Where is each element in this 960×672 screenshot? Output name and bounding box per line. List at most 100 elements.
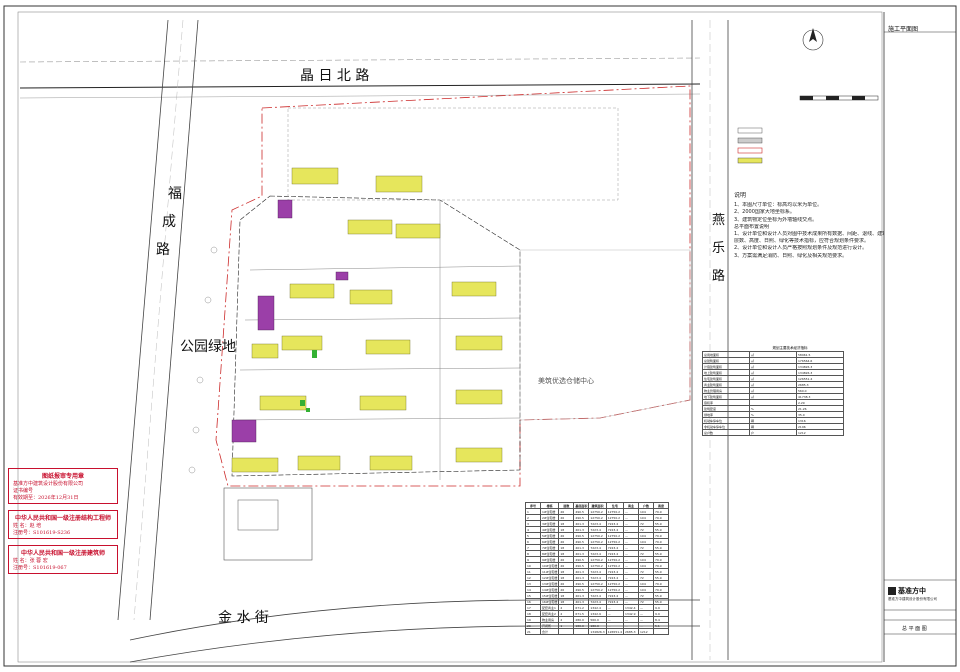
approval-stamps: 图纸报审专用章 基准方中建筑设计股份有限公司 证书编号 有效期至：2026年12…	[8, 468, 118, 580]
road-label-east-3: 路	[712, 268, 725, 284]
notes-line: 2、设计单位和设计人员严格按照规划条件及规范进行设计。	[734, 245, 868, 252]
green-spots	[300, 350, 317, 412]
road-label-east-2: 乐	[712, 241, 725, 256]
drawing-name: 总 平 面 图	[902, 626, 927, 632]
road-label-west-2: 成	[162, 214, 176, 230]
tree-2	[204, 296, 212, 304]
building-18	[455, 447, 503, 463]
north-arrow-icon	[802, 28, 824, 51]
north-reserved-block	[287, 107, 619, 201]
tree-4	[192, 426, 200, 434]
building-2	[375, 175, 423, 193]
building-4	[395, 223, 441, 239]
legend-swatch-2	[737, 137, 763, 144]
drawing-sheet: 晶 日 北 路 福 成 路 燕 乐 路 金 水 街 公园绿地 美筑优选仓储中心 …	[0, 0, 960, 672]
commercial-4	[335, 271, 349, 281]
park-trees	[188, 246, 218, 474]
notes-panel: 说明 1、本图尺寸单位：标高均以米为单位。 2、2000国家大地坐标系。 3、建…	[734, 192, 884, 260]
notes-line: 2、2000国家大地坐标系。	[734, 209, 795, 216]
notes-line: 3、方案需满足消防、日照、绿化及相关规范要求。	[734, 252, 848, 259]
building-table-body: 序号 楼栋 层数 基底面积 建筑面积 住宅 商业 户数 高度 1 1#住宅楼 26 490.5 1275…	[525, 502, 670, 635]
road-label-east-1: 燕	[712, 213, 725, 228]
internal-road-4	[235, 417, 521, 421]
commercial-2	[257, 295, 275, 331]
scale-bar-icon	[799, 95, 879, 101]
building-15	[231, 457, 279, 473]
park-label: 公园绿地	[180, 339, 236, 355]
indicator-cell: 1212	[796, 429, 844, 436]
internal-road-1	[249, 265, 521, 271]
stamp-line: 基准方中建筑设计股份有限公司	[13, 481, 84, 487]
building-1	[291, 167, 339, 185]
north-road-edge-3	[19, 93, 701, 99]
building-16	[297, 455, 341, 471]
legend-swatches	[737, 127, 763, 164]
west-road-edge-1	[117, 19, 169, 621]
building-table-cell: 合计	[539, 628, 560, 635]
building-table: 序号 楼栋 层数 基底面积 建筑面积 住宅 商业 户数 高度 1 1#住宅楼 26 490.5 1275…	[525, 502, 877, 635]
west-road-edge-2	[149, 19, 199, 621]
building-14	[455, 389, 503, 405]
stamp-head: 中华人民共和国一级注册结构工程师	[14, 515, 111, 522]
road-label-north: 晶 日 北 路	[300, 68, 369, 84]
indicator-cell: 总户数	[702, 429, 750, 436]
stamp-head: 图纸报审专用章	[41, 473, 84, 480]
indicator-table-body: 总用地面积㎡ 58961.5 总建筑面积㎡ 176564.6 计容建筑面积㎡ 134826…	[702, 351, 844, 436]
commercial-1	[277, 199, 293, 219]
notes-line: 1、设计单位和设计人员对图中技术成果所有数据、间距、退线、建筑面积	[734, 231, 884, 238]
internal-road-3	[239, 367, 521, 371]
building-12	[259, 395, 307, 411]
sheet-title: 施工平面图	[888, 26, 919, 33]
annex-building	[237, 499, 279, 531]
building-table-row: 21 合计 134826.3 126551.4 2685.3 1212	[525, 628, 670, 635]
warehouse-label: 美筑优选仓储中心	[538, 377, 594, 385]
stamp-line: 注册号：S101619-S236	[13, 530, 71, 536]
road-label-south: 金 水 街	[218, 610, 269, 626]
building-11	[251, 343, 279, 359]
legend-swatch-4	[737, 157, 763, 164]
building-9	[365, 339, 411, 355]
building-table-cell	[573, 628, 590, 635]
building-7	[451, 281, 497, 297]
stamp-line: 注册号：S101619-067	[13, 565, 67, 571]
notes-line: 层数、高度、日照、绿化等技术指标，应符合规划条件要求。	[734, 238, 870, 245]
building-table-cell: 1212	[638, 628, 655, 635]
commercial-3	[231, 419, 257, 443]
building-10	[455, 335, 503, 351]
notes-line: 总平面布置说明	[734, 223, 770, 230]
building-table-cell: 2685.3	[623, 628, 640, 635]
indicator-table: 规划主要技术经济指标 总用地面积㎡ 58961.5 总建筑面积㎡ 176564.6 计容…	[702, 346, 878, 436]
notes-line: 1、本图尺寸单位：标高均以米为单位。	[734, 202, 823, 209]
building-table-cell	[653, 628, 670, 635]
green-spot-2	[300, 400, 305, 406]
tree-5	[188, 466, 196, 474]
legend-swatch-1	[737, 127, 763, 134]
building-13	[359, 395, 407, 411]
stamp-review: 图纸报审专用章 基准方中建筑设计股份有限公司 证书编号 有效期至：2026年12…	[8, 468, 118, 504]
building-3	[347, 219, 393, 235]
building-table-cell: 21	[525, 628, 541, 635]
company-name: 基准方中	[898, 587, 926, 595]
building-table-cell	[558, 628, 575, 635]
building-table-cell: 126551.4	[605, 628, 625, 635]
legend-swatch-3	[737, 147, 763, 154]
tree-3	[196, 376, 204, 384]
tree-1	[210, 246, 218, 254]
building-table-cell: 134826.3	[588, 628, 607, 635]
north-road-edge-1	[19, 57, 701, 63]
green-spot-3	[306, 408, 310, 412]
road-label-west-3: 路	[156, 242, 170, 258]
stamp-structural-engineer: 中华人民共和国一级注册结构工程师 姓 名：赵 培 注册号：S101619-S23…	[8, 510, 118, 539]
stamp-line: 姓 名：张 蓉 宏	[13, 558, 48, 564]
stamp-line: 证书编号	[13, 488, 34, 494]
indicator-cell: 户	[749, 429, 797, 436]
building-8	[281, 335, 323, 351]
stamp-head: 中华人民共和国一级注册建筑师	[20, 550, 105, 557]
building-6	[349, 289, 393, 305]
road-label-west-1: 福	[168, 186, 182, 202]
stamp-line: 姓 名：赵 培	[13, 523, 42, 529]
west-road-center	[133, 19, 184, 621]
indicator-row: 总户数户 1212	[702, 429, 844, 436]
building-5	[289, 283, 335, 299]
stamp-line: 有效期至：2026年12月31日	[13, 495, 79, 501]
